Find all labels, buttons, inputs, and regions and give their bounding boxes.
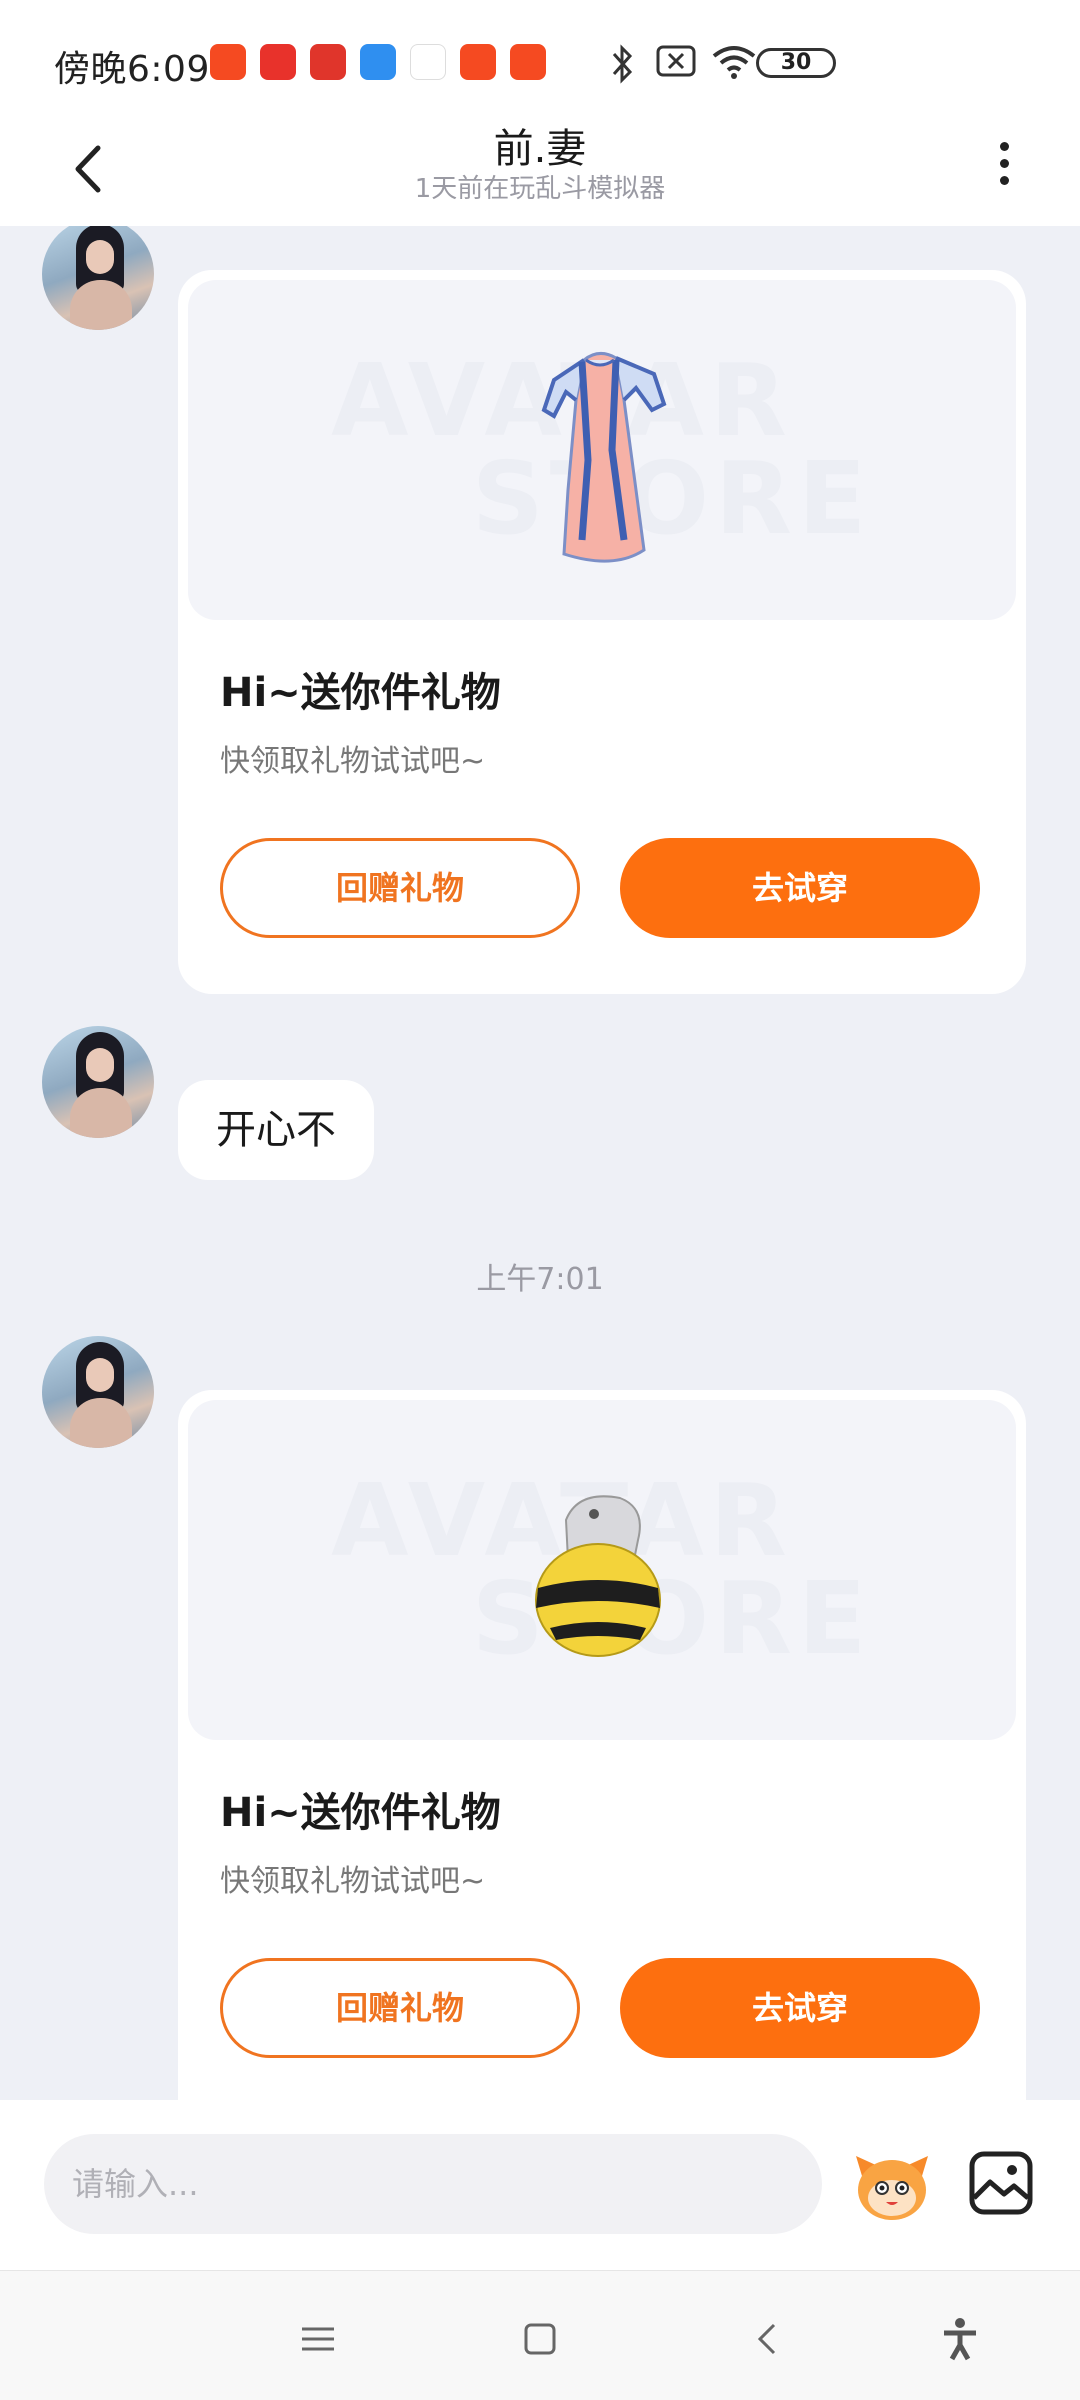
notification-app-icons — [210, 44, 546, 80]
bluetooth-icon — [612, 44, 633, 84]
app-notification-icon — [360, 44, 396, 80]
gift-title: Hi~送你件礼物 — [220, 1790, 501, 1836]
app-notification-icon — [410, 44, 446, 80]
chevron-left-icon — [757, 2323, 776, 2355]
no-sim-icon — [656, 45, 696, 77]
app-notification-icon — [260, 44, 296, 80]
status-time: 傍晚6:09 — [54, 49, 210, 90]
gift-image[interactable]: AVATAR STORE — [188, 280, 1016, 620]
avatar[interactable] — [42, 226, 154, 330]
accessibility-icon — [944, 2318, 976, 2361]
mascot-icon — [856, 2156, 928, 2220]
gift-title: Hi~送你件礼物 — [220, 670, 501, 716]
app-notification-icon — [460, 44, 496, 80]
system-navigation-bar — [0, 2270, 1080, 2400]
robe-icon — [541, 352, 667, 563]
app-notification-icon — [310, 44, 346, 80]
chat-message-list[interactable]: AVATAR STORE Hi~送你件礼物 快领取礼物试试吧~ 回赠礼物 去试穿… — [0, 226, 1080, 2100]
gift-image[interactable]: AVATAR STORE — [188, 1400, 1016, 1740]
gift-card[interactable]: AVATAR STORE Hi~送你件礼物 快领取礼物试试吧~ 回赠礼物 去试穿 — [178, 270, 1026, 994]
try-on-button[interactable]: 去试穿 — [620, 1958, 980, 2058]
avatar[interactable] — [42, 1336, 154, 1448]
battery-icon: 30 — [756, 48, 836, 78]
message-input[interactable] — [44, 2134, 822, 2234]
message-input-bar — [0, 2100, 1080, 2270]
send-image-button[interactable] — [968, 2150, 1034, 2216]
gift-description: 快领取礼物试试吧~ — [220, 744, 486, 779]
app-notification-icon — [510, 44, 546, 80]
more-vertical-icon — [999, 142, 1009, 151]
emoji-mascot-button[interactable] — [852, 2150, 932, 2222]
wifi-icon — [712, 46, 756, 79]
status-bar: 傍晚6:09 30 — [0, 0, 1080, 112]
menu-icon — [302, 2327, 334, 2351]
page-subtitle: 1天前在玩乱斗模拟器 — [414, 174, 666, 204]
gift-card[interactable]: AVATAR STORE Hi~送你件礼物 快领取礼物试试吧~ 回赠礼物 去试穿 — [178, 1390, 1026, 2100]
page-title: 前.妻 — [493, 126, 587, 172]
gift-description: 快领取礼物试试吧~ — [220, 1864, 486, 1899]
try-on-button[interactable]: 去试穿 — [620, 838, 980, 938]
square-icon — [524, 2323, 556, 2355]
time-divider: 上午7:01 — [476, 1262, 604, 1297]
return-gift-button[interactable]: 回赠礼物 — [220, 838, 580, 938]
avatar[interactable] — [42, 1026, 154, 1138]
chat-header: 前.妻 1天前在玩乱斗模拟器 — [0, 112, 1080, 226]
image-icon — [969, 2151, 1033, 2215]
return-gift-button[interactable]: 回赠礼物 — [220, 1958, 580, 2058]
home-button[interactable] — [512, 2311, 568, 2367]
bee-bag-icon — [535, 1495, 661, 1657]
recent-apps-button[interactable] — [290, 2311, 346, 2367]
nav-back-button[interactable] — [740, 2311, 796, 2367]
more-options-button[interactable] — [984, 134, 1024, 204]
app-notification-icon — [210, 44, 246, 80]
text-message-bubble[interactable]: 开心不 — [178, 1080, 374, 1180]
accessibility-button[interactable] — [932, 2311, 988, 2367]
